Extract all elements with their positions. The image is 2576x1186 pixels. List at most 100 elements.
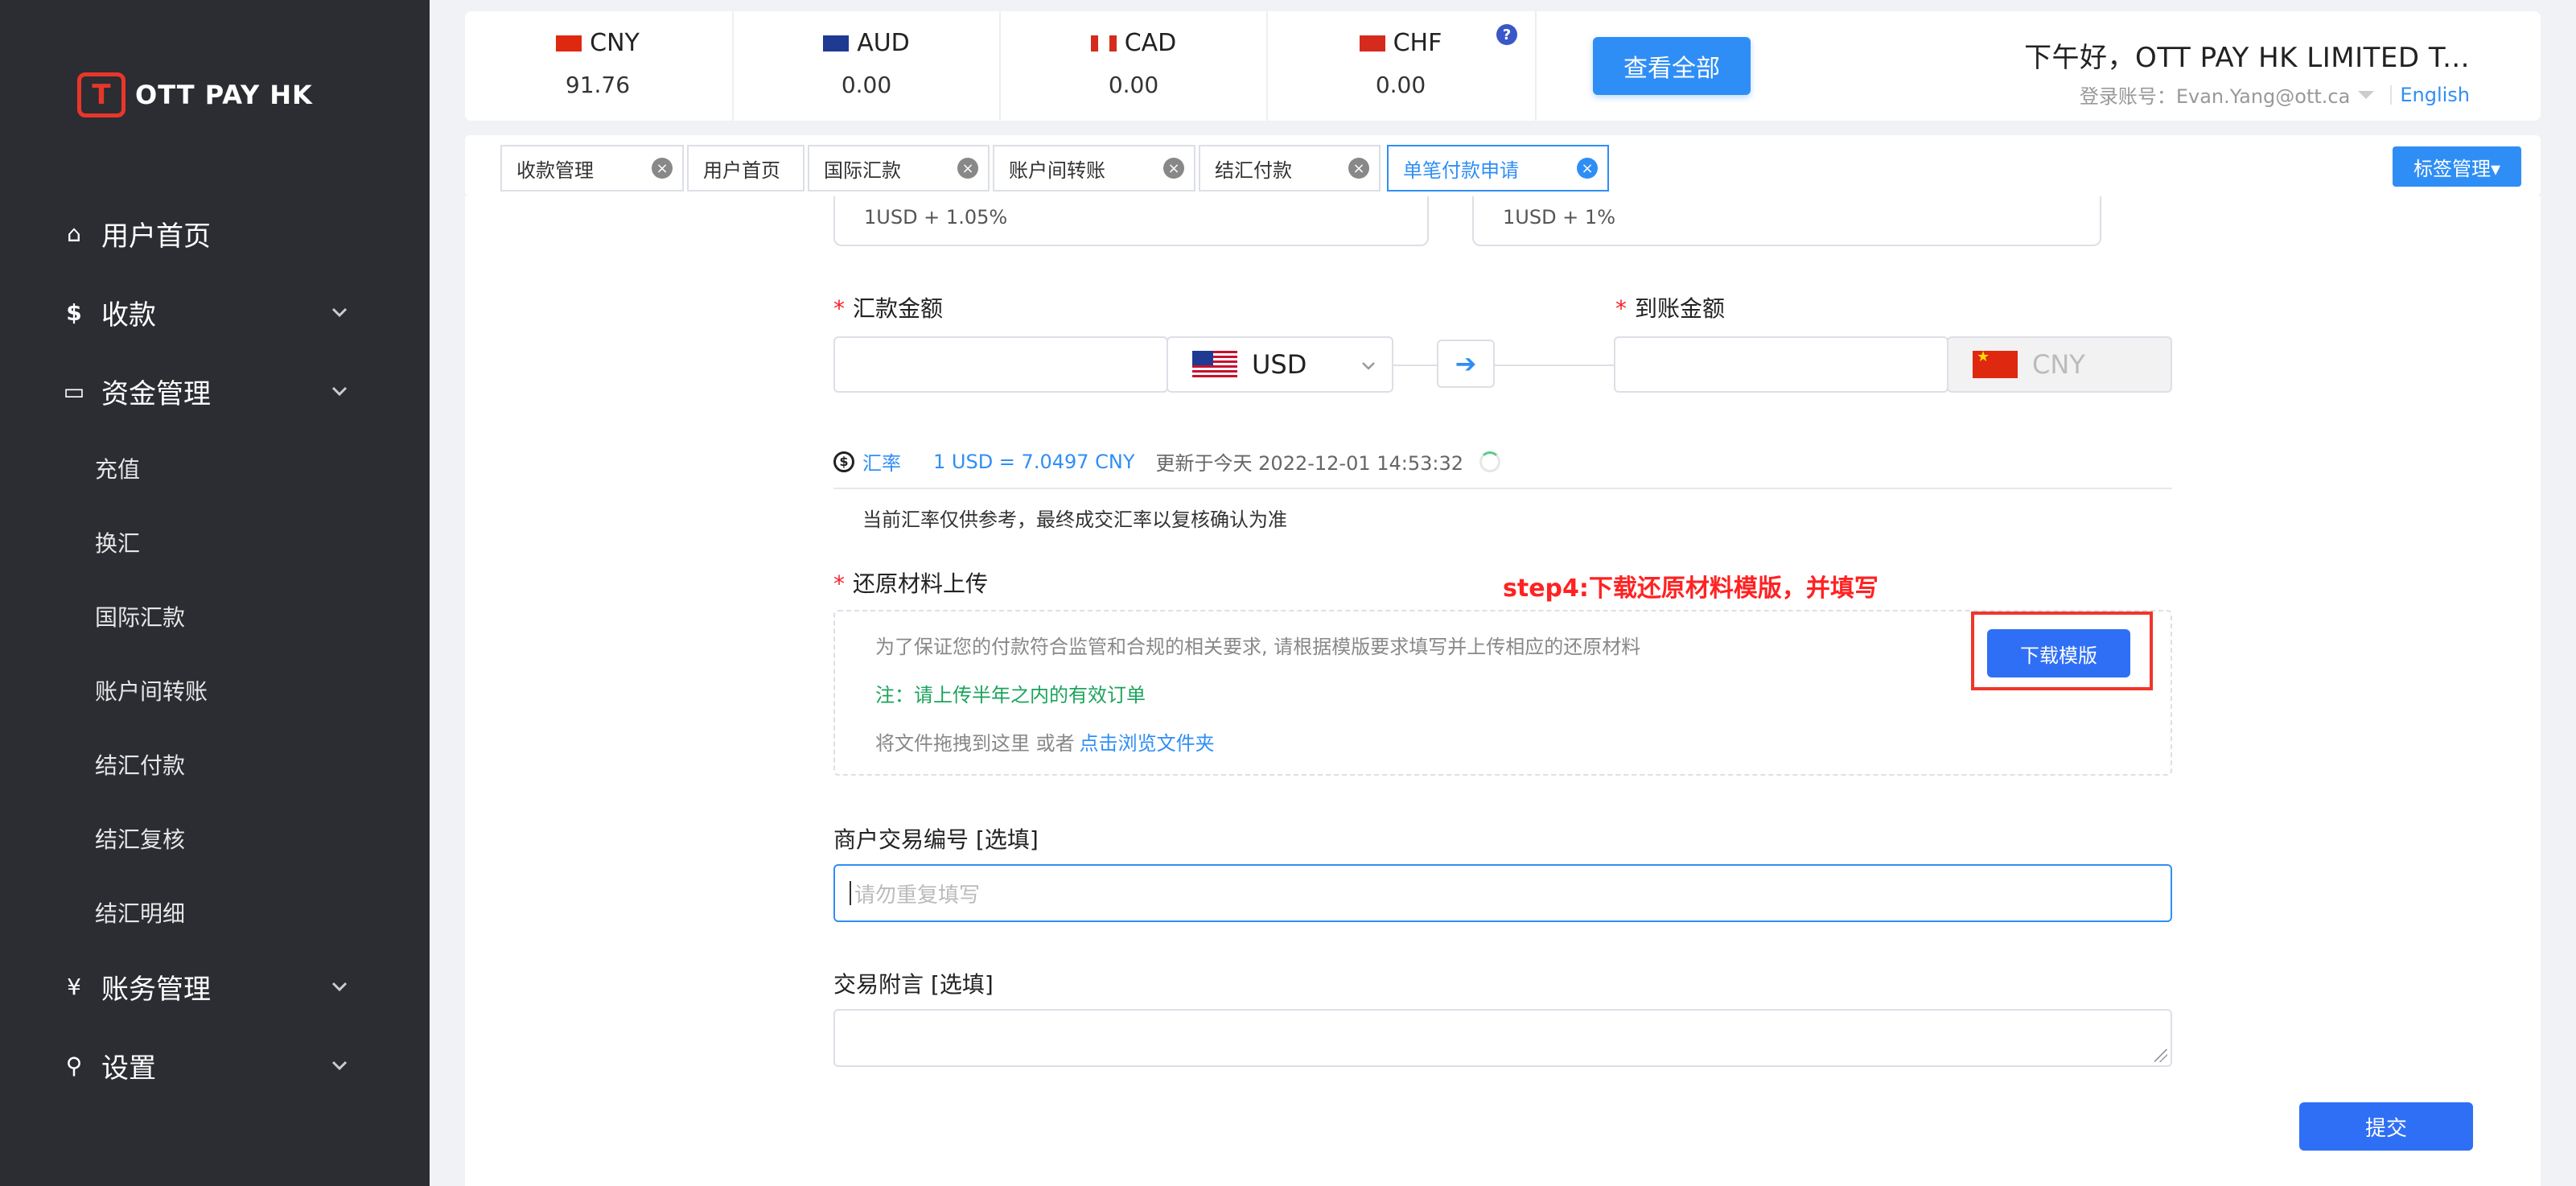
rate-note: 当前汇率仅供参考，最终成交汇率以复核确认为准 [862,509,1287,531]
close-icon[interactable]: × [1348,158,1369,179]
loading-spinner-icon [1479,451,1501,472]
label-text: 到账金额 [1635,295,1726,322]
currency-aud[interactable]: AUD 0.00 [734,11,999,121]
tab-single-payment[interactable]: 单笔付款申请 × [1387,145,1609,191]
tab-label: 结汇付款 [1215,159,1292,182]
brand-logo[interactable]: T OTT PAY HK [77,72,313,117]
required-mark: * [833,295,845,322]
currency-amount: 0.00 [841,72,892,98]
tab-home[interactable]: 用户首页 [687,145,804,191]
memo-textarea[interactable] [833,1009,2172,1067]
download-template-button[interactable]: 下载模版 [1987,629,2130,677]
tab-collection-mgmt[interactable]: 收款管理 × [500,145,684,191]
upload-description: 为了保证您的付款符合监管和合规的相关要求, 请根据模版要求填写并上传相应的还原材… [875,636,1641,658]
sidebar-item-label: 资金管理 [101,377,211,410]
payment-form-panel: 1USD + 1.05% 1USD + 1% * 汇款金额 * 到账金额 USD ➔… [465,196,2541,1186]
ch-flag-icon [1359,35,1385,51]
resize-handle-icon[interactable] [2154,1049,2167,1062]
help-icon[interactable]: ? [1496,24,1517,45]
account-line: 登录账号：Evan.Yang@ott.ca English [2080,80,2470,109]
close-icon[interactable]: × [652,158,673,179]
tab-transfer[interactable]: 账户间转账 × [993,145,1195,191]
merchant-ref-input[interactable]: 请勿重复填写 [833,864,2172,922]
sidebar-item-collection[interactable]: $ 收款 [0,280,430,344]
sidebar-item-label: 收款 [101,299,156,332]
rate-updated-time: 更新于今天 2022-12-01 14:53:32 [1155,452,1464,475]
remit-amount-input[interactable] [833,336,1168,393]
currency-cny[interactable]: CNY 91.76 [465,11,730,121]
divider [833,488,2172,489]
sidebar-item-home[interactable]: ⌂ 用户首页 [0,201,430,266]
sidebar-subitem-label: 结汇明细 [95,900,186,927]
fee-option-right[interactable]: 1USD + 1% [1472,196,2101,246]
submit-button[interactable]: 提交 [2299,1102,2473,1151]
required-mark: * [1615,295,1627,322]
swap-arrow-button[interactable]: ➔ [1437,340,1495,388]
yen-icon: ¥ [67,973,81,1000]
close-icon[interactable]: × [1577,158,1598,179]
label-text: 汇款金额 [853,295,944,322]
logo-text: OTT PAY HK [135,80,313,110]
sidebar-subitem-exchange[interactable]: 换汇 [0,512,430,573]
divider [2390,84,2393,105]
step-annotation: step4:下载还原材料模版，并填写 [1503,574,1879,603]
fee-text: 1USD + 1.05% [864,206,1008,229]
cn-flag-icon [1973,348,2018,378]
currency-amount: 0.00 [1108,72,1159,98]
sidebar-subitem-label: 账户间转账 [95,678,208,705]
dollar-circle-icon: $ [833,451,854,472]
receive-amount-input[interactable] [1614,336,1948,393]
dollar-icon: $ [66,299,82,326]
currency-code: CNY [590,29,640,57]
tab-label: 单笔付款申请 [1403,159,1519,182]
text-cursor [850,881,851,905]
fee-option-left[interactable]: 1USD + 1.05% [833,196,1429,246]
sidebar-item-settings[interactable]: ⚲ 设置 [0,1033,430,1097]
tab-label: 账户间转账 [1009,159,1105,182]
send-currency-value: USD [1252,349,1307,380]
sidebar-item-funds[interactable]: ▭ 资金管理 [0,359,430,423]
currency-chf[interactable]: CHF 0.00 [1268,11,1533,121]
sidebar-subitem-topup[interactable]: 充值 [0,438,430,499]
tab-intl-remit[interactable]: 国际汇款 × [808,145,990,191]
upload-notice: 注：请上传半年之内的有效订单 [875,684,1146,706]
close-icon[interactable]: × [957,158,978,179]
browse-folder-link[interactable]: 点击浏览文件夹 [1080,732,1215,755]
sidebar-subitem-settle-pay[interactable]: 结汇付款 [0,734,430,795]
logo-mark-icon: T [77,72,126,117]
sidebar-item-label: 用户首页 [101,220,211,253]
drop-text: 将文件拖拽到这里 或者 [875,732,1075,755]
ca-flag-icon [1090,35,1117,51]
sidebar-subitem-settle-review[interactable]: 结汇复核 [0,808,430,869]
sidebar-subitem-label: 充值 [95,456,141,483]
caret-down-icon[interactable] [2358,90,2375,99]
chevron-down-icon [331,307,348,318]
chevron-down-icon [331,1060,348,1071]
remit-amount-label: * 汇款金额 [833,291,943,323]
tab-settle-pay[interactable]: 结汇付款 × [1199,145,1381,191]
tab-label: 收款管理 [516,159,594,182]
sidebar-item-label: 账务管理 [101,973,211,1006]
greeting-text: 下午好，OTT PAY HK LIMITED T... [2024,42,2470,74]
currency-cad[interactable]: CAD 0.00 [1001,11,1266,121]
receive-currency-field: CNY [1947,336,2172,393]
exchange-rate-row: $ 汇率 1 USD = 7.0497 CNY 更新于今天 2022-12-01… [833,447,1501,476]
currency-amount: 91.76 [565,72,631,98]
merchant-ref-label: 商户交易编号 [选填] [833,826,1039,853]
close-icon[interactable]: × [1163,158,1184,179]
send-currency-select[interactable]: USD [1167,336,1393,393]
chevron-down-icon [331,982,348,992]
home-icon: ⌂ [67,220,81,247]
sidebar-subitem-transfer[interactable]: 账户间转账 [0,660,430,721]
tab-bar: 收款管理 × 用户首页 国际汇款 × 账户间转账 × 结汇付款 × 单笔付款申请… [465,135,2541,196]
view-all-button[interactable]: 查看全部 [1593,37,1751,95]
tag-manage-button[interactable]: 标签管理▾ [2393,146,2521,187]
cn-flag-icon [556,35,582,51]
sidebar-item-accounting[interactable]: ¥ 账务管理 [0,954,430,1019]
tab-label: 国际汇款 [824,159,901,182]
chevron-down-icon [1362,362,1375,370]
language-switch[interactable]: English [2400,84,2470,106]
currency-code: CAD [1124,29,1177,57]
sidebar-subitem-intl-remit[interactable]: 国际汇款 [0,586,430,647]
sidebar-subitem-settle-detail[interactable]: 结汇明细 [0,882,430,943]
